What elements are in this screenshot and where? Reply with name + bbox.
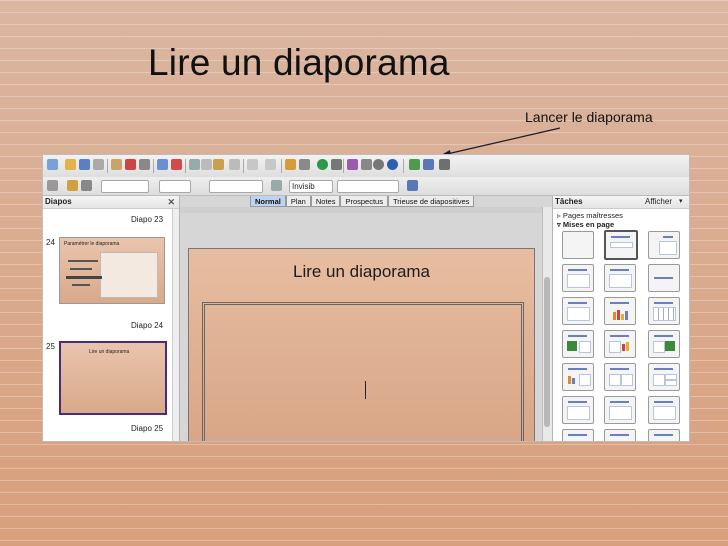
autospell-icon[interactable]	[171, 159, 182, 170]
tab-prospectus[interactable]: Prospectus	[340, 196, 388, 207]
slide-caption: Diapo 25	[131, 424, 164, 433]
insert-object-icon[interactable]	[317, 159, 328, 170]
slide-canvas[interactable]: Lire un diaporama	[188, 248, 535, 441]
mail-icon[interactable]	[93, 159, 104, 170]
copy-icon[interactable]	[201, 159, 212, 170]
section-layouts[interactable]: ▿ Mises en page	[553, 220, 689, 229]
tasks-panel: Tâches Afficher ▾ ▹ Pages maîtresses ▿ M…	[552, 196, 689, 441]
shadow-icon[interactable]	[407, 180, 418, 191]
navigator-icon[interactable]	[347, 159, 358, 170]
editor-scrollbar[interactable]	[542, 207, 552, 441]
editing-area: Normal Plan Notes Prospectus Trieuse de …	[180, 196, 552, 441]
layout-title-content[interactable]	[648, 231, 680, 259]
format-paint-icon[interactable]	[229, 159, 240, 170]
fill-icon[interactable]	[271, 180, 282, 191]
layout-two-bottom[interactable]	[604, 396, 636, 424]
chart-icon[interactable]	[285, 159, 296, 170]
area-style-field[interactable]: Invisib	[289, 180, 333, 193]
layout-text-image[interactable]	[648, 330, 680, 358]
section-label: Mises en page	[562, 220, 615, 229]
layout-chart-text[interactable]	[562, 363, 594, 391]
new-doc-icon[interactable]	[47, 159, 58, 170]
find-icon[interactable]	[361, 159, 372, 170]
line-width-field[interactable]	[159, 180, 191, 193]
close-icon[interactable]: ✕	[167, 196, 175, 208]
slide-thumbnail[interactable]: Paramétrer le diaporama	[59, 237, 165, 304]
section-label: Pages maîtresses	[562, 211, 623, 220]
formatting-toolbar: Invisib	[43, 177, 689, 196]
spellcheck-icon[interactable]	[157, 159, 168, 170]
slide-number: 24	[46, 238, 55, 247]
layout-table[interactable]	[648, 297, 680, 325]
standard-toolbar	[43, 155, 689, 178]
table-icon[interactable]	[299, 159, 310, 170]
chevron-down-icon[interactable]: ▾	[679, 196, 683, 208]
thumbnail-title: Paramétrer le diaporama	[64, 241, 120, 247]
scrollbar-thumb[interactable]	[544, 277, 550, 427]
save-icon[interactable]	[79, 159, 90, 170]
area-fill-field[interactable]	[337, 180, 399, 193]
slideshow-start-icon[interactable]	[409, 159, 420, 170]
app-window: Invisib Diapos ✕ Diapo 23 24 Paramétrer …	[42, 154, 690, 442]
slide-caption: Diapo 24	[131, 321, 164, 330]
redo-icon[interactable]	[265, 159, 276, 170]
layout-four-content[interactable]	[648, 396, 680, 424]
layout-title-box-2[interactable]	[604, 264, 636, 292]
view-tabs: Normal Plan Notes Prospectus Trieuse de …	[250, 196, 475, 207]
content-placeholder[interactable]	[202, 302, 524, 441]
layout-extra-2[interactable]	[604, 429, 636, 441]
layout-extra-1[interactable]	[562, 429, 594, 441]
layout-two-top[interactable]	[562, 396, 594, 424]
gallery-icon[interactable]	[331, 159, 342, 170]
layout-title-only[interactable]	[604, 230, 638, 260]
line-style-icon[interactable]	[67, 180, 78, 191]
undo-icon[interactable]	[247, 159, 258, 170]
layout-chart[interactable]	[604, 297, 636, 325]
slides-panel: Diapos ✕ Diapo 23 24 Paramétrer le diapo…	[43, 196, 180, 441]
cut-icon[interactable]	[189, 159, 200, 170]
arrow-style-icon[interactable]	[81, 180, 92, 191]
layout-blank[interactable]	[562, 231, 594, 259]
paste-icon[interactable]	[213, 159, 224, 170]
canvas-slide-title[interactable]: Lire un diaporama	[189, 262, 534, 282]
layout-title-box[interactable]	[562, 264, 594, 292]
thumbnail-title: Lire un diaporama	[89, 349, 130, 355]
layout-content-two[interactable]	[648, 363, 680, 391]
tasks-panel-header: Tâches Afficher ▾	[553, 196, 689, 209]
tab-slide-sorter[interactable]: Trieuse de diapositives	[387, 196, 475, 207]
layout-text-chart[interactable]	[604, 330, 636, 358]
tab-plan[interactable]: Plan	[285, 196, 311, 207]
view-menu[interactable]: Afficher	[645, 196, 672, 208]
layout-extra-3[interactable]	[648, 429, 680, 441]
callout-label: Lancer le diaporama	[525, 109, 653, 125]
layout-centered-text[interactable]	[648, 264, 680, 292]
layout-image-text[interactable]	[562, 330, 594, 358]
section-master-pages[interactable]: ▹ Pages maîtresses	[553, 211, 689, 220]
zoom-icon[interactable]	[373, 159, 384, 170]
text-cursor	[365, 381, 366, 399]
tab-notes[interactable]: Notes	[310, 196, 341, 207]
slides-scrollbar[interactable]	[172, 209, 179, 441]
slideshow-run-icon[interactable]	[439, 159, 450, 170]
slideshow-icon[interactable]	[423, 159, 434, 170]
slides-panel-title: Diapos	[45, 197, 72, 206]
slide-thumbnail-selected[interactable]: Lire un diaporama	[59, 341, 167, 415]
line-color-field[interactable]	[209, 180, 263, 193]
edit-icon[interactable]	[111, 159, 122, 170]
layout-two-content[interactable]	[604, 363, 636, 391]
slide-caption: Diapo 23	[131, 215, 164, 224]
horizontal-ruler	[180, 207, 552, 213]
tasks-panel-title: Tâches	[555, 197, 583, 206]
slides-panel-header: Diapos ✕	[43, 196, 179, 209]
print-icon[interactable]	[139, 159, 150, 170]
tab-normal[interactable]: Normal	[250, 196, 286, 207]
layout-title-content-3[interactable]	[562, 297, 594, 325]
select-icon[interactable]	[47, 180, 58, 191]
line-style-field[interactable]	[101, 180, 149, 193]
pdf-icon[interactable]	[125, 159, 136, 170]
open-icon[interactable]	[65, 159, 76, 170]
slide-number: 25	[46, 342, 55, 351]
help-icon[interactable]	[387, 159, 398, 170]
slide-title: Lire un diaporama	[148, 42, 450, 83]
